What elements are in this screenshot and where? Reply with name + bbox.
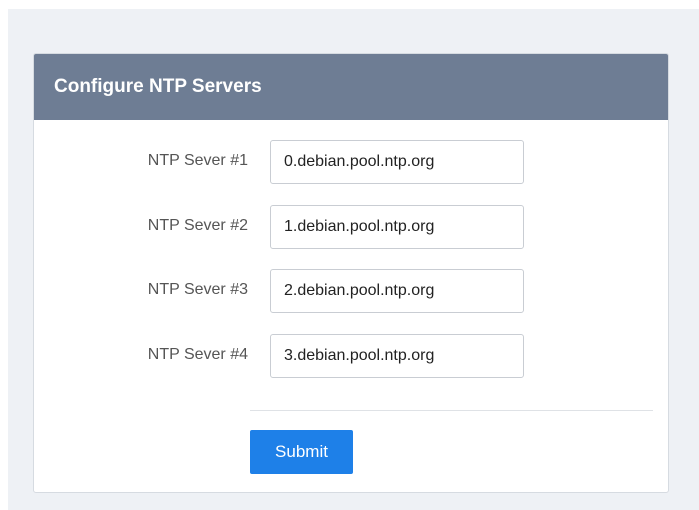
- ntp-server-row-2: NTP Sever #2: [34, 205, 668, 249]
- ntp-server-3-input[interactable]: [270, 269, 524, 313]
- ntp-server-row-1: NTP Sever #1: [34, 140, 668, 184]
- form-divider: [250, 410, 653, 411]
- submit-button[interactable]: Submit: [250, 430, 353, 474]
- ntp-server-row-4: NTP Sever #4: [34, 334, 668, 378]
- ntp-server-2-input[interactable]: [270, 205, 524, 249]
- ntp-server-2-label: NTP Sever #2: [147, 217, 248, 234]
- ntp-server-4-label: NTP Sever #4: [147, 346, 248, 363]
- panel-header: Configure NTP Servers: [34, 54, 668, 120]
- ntp-server-1-input[interactable]: [270, 140, 524, 184]
- ntp-server-3-label: NTP Sever #3: [147, 281, 248, 298]
- ntp-config-panel: Configure NTP Servers NTP Sever #1 NTP S…: [33, 53, 669, 493]
- ntp-server-4-input[interactable]: [270, 334, 524, 378]
- ntp-server-1-label: NTP Sever #1: [147, 152, 248, 169]
- ntp-server-row-3: NTP Sever #3: [34, 269, 668, 313]
- panel-title: Configure NTP Servers: [54, 76, 262, 97]
